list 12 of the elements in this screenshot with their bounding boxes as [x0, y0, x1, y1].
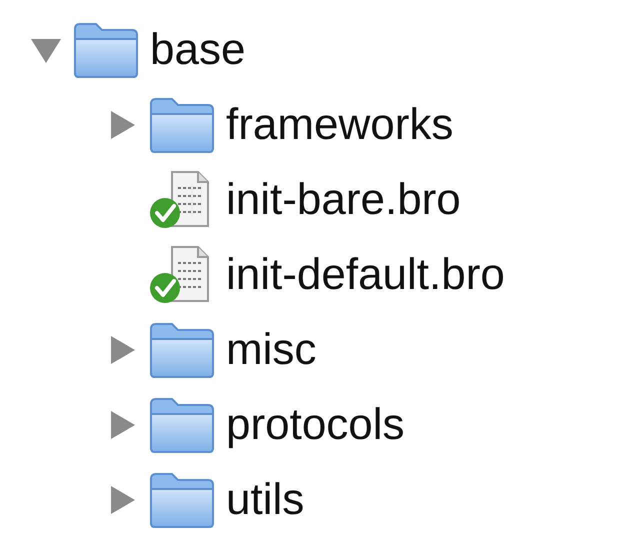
folder-icon [72, 20, 140, 78]
folder-icon [148, 96, 216, 154]
folder-icon [148, 396, 216, 454]
file-name[interactable]: init-bare.bro [226, 178, 461, 222]
folder-icon [148, 320, 216, 378]
folder-name[interactable]: misc [226, 328, 316, 372]
folder-icon [148, 470, 216, 528]
folder-name[interactable]: frameworks [226, 102, 454, 146]
folder-name[interactable]: protocols [226, 402, 405, 446]
file-name[interactable]: init-default.bro [226, 252, 505, 296]
folder-name[interactable]: utils [226, 478, 304, 522]
folder-name[interactable]: base [150, 28, 246, 72]
